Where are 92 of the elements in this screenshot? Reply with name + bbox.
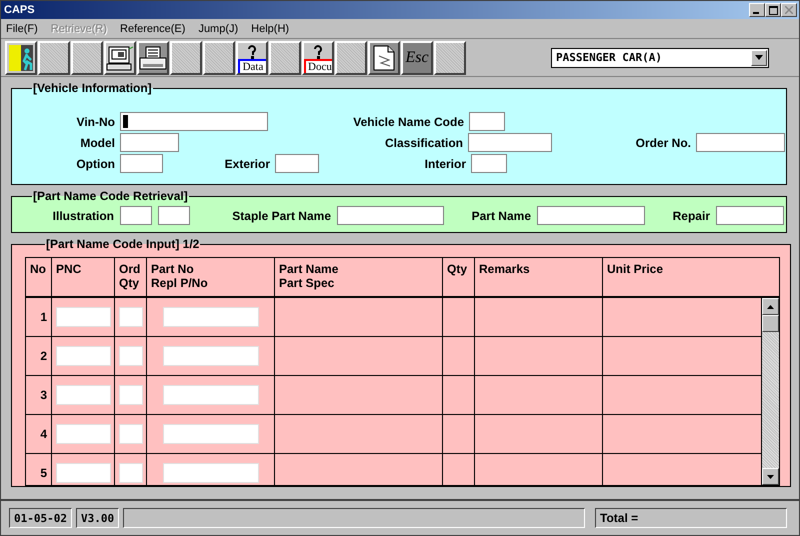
part-number-field[interactable]: [162, 385, 258, 405]
menu-item[interactable]: File(F): [6, 22, 38, 34]
pnc-field[interactable]: [56, 346, 110, 366]
panel-title: [Vehicle Information]: [32, 81, 153, 95]
input-field[interactable]: [120, 133, 179, 152]
field-label: Order No.: [634, 136, 691, 150]
input-field[interactable]: [337, 206, 444, 225]
status-version: V3.00: [76, 508, 120, 528]
input-field[interactable]: [275, 154, 319, 173]
quantity-field[interactable]: [118, 346, 142, 366]
printer-icon: [138, 44, 168, 70]
input-field[interactable]: [120, 206, 152, 225]
quantity-field[interactable]: [118, 307, 142, 327]
document-button[interactable]: [368, 40, 400, 74]
toolbar-button[interactable]: [170, 40, 202, 74]
column-header: No: [26, 258, 52, 296]
toolbar-button[interactable]: [269, 40, 301, 74]
close-icon: [785, 6, 793, 14]
field-label: Illustration: [52, 208, 114, 222]
help-button[interactable]: Docu: [302, 40, 334, 74]
input-field[interactable]: [469, 112, 505, 131]
row-number: 5: [26, 454, 52, 485]
status-date: 01-05-02: [9, 508, 72, 528]
quantity-field[interactable]: [118, 424, 142, 444]
input-field[interactable]: [120, 154, 163, 173]
column-header: Qty: [443, 258, 475, 296]
input-field[interactable]: [471, 154, 507, 173]
pnc-field[interactable]: [56, 463, 110, 483]
menu-item[interactable]: Help(H): [251, 22, 290, 34]
column-header: Ord Qty: [115, 258, 147, 296]
part-number-field[interactable]: [162, 346, 258, 366]
close-button[interactable]: [781, 3, 797, 17]
maximize-button[interactable]: [765, 3, 781, 17]
window-title: CAPS: [4, 4, 35, 16]
minimize-button[interactable]: [749, 3, 765, 17]
field-label: Vin-No: [76, 114, 115, 128]
menu-item[interactable]: Jump(J): [198, 22, 238, 34]
input-field[interactable]: [696, 133, 785, 152]
help-button[interactable]: Data: [236, 40, 268, 74]
row-number: 1: [26, 298, 52, 336]
input-field[interactable]: [716, 206, 784, 225]
pnc-field[interactable]: [56, 424, 110, 444]
toolbar-button[interactable]: [38, 40, 70, 74]
escape-button[interactable]: Esc: [401, 40, 433, 74]
door-exit-icon: [7, 42, 35, 72]
field-label: Interior: [424, 156, 466, 170]
column-header: PNC: [52, 258, 115, 296]
quantity-field[interactable]: [118, 385, 142, 405]
quantity-field[interactable]: [118, 463, 142, 483]
field-label: Part Name: [470, 208, 531, 222]
computer-icon: [106, 44, 134, 70]
field-label: Option: [75, 156, 115, 170]
computer-button[interactable]: [104, 40, 136, 74]
input-field[interactable]: [537, 206, 645, 225]
question-icon: [313, 44, 323, 58]
maximize-icon: [768, 6, 778, 14]
column-header: Remarks: [475, 258, 603, 296]
scroll-thumb[interactable]: [762, 315, 779, 332]
pnc-field[interactable]: [56, 307, 110, 327]
column-header: Unit Price: [606, 261, 664, 278]
field-label: Classification: [384, 136, 463, 150]
field-label: Repair: [672, 208, 710, 222]
toolbar-button[interactable]: [335, 40, 367, 74]
pnc-field[interactable]: [56, 385, 110, 405]
input-field[interactable]: [158, 206, 190, 225]
field-label: Model: [79, 136, 115, 150]
input-field[interactable]: [468, 133, 552, 152]
toolbar-button[interactable]: [203, 40, 235, 74]
exit-button[interactable]: [5, 40, 37, 74]
question-icon: [247, 44, 257, 58]
row-number: 4: [26, 415, 52, 453]
toolbar-button[interactable]: [71, 40, 103, 74]
panel-title: [Part Name Code Input] 1/2: [45, 237, 200, 251]
printer-button[interactable]: [137, 40, 169, 74]
status-total: Total =: [595, 508, 787, 528]
vehicle-type-dropdown[interactable]: PASSENGER CAR(A): [551, 48, 769, 68]
row-number: 2: [26, 337, 52, 375]
panel-title: [Part Name Code Retrieval]: [32, 189, 189, 203]
field-label: Staple Part Name: [231, 208, 331, 222]
input-field[interactable]: [120, 112, 268, 131]
part-number-field[interactable]: [162, 463, 258, 483]
part-number-field[interactable]: [162, 307, 258, 327]
menu-item[interactable]: Reference(E): [120, 22, 186, 34]
column-header: Part No Repl P/No: [147, 258, 275, 296]
field-label: Vehicle Name Code: [352, 114, 464, 128]
document-icon: [371, 44, 397, 72]
field-label: Exterior: [224, 156, 270, 170]
toolbar-button[interactable]: [434, 40, 466, 74]
row-number: 3: [26, 376, 52, 414]
vertical-scrollbar[interactable]: [761, 298, 779, 485]
part-number-field[interactable]: [162, 424, 258, 444]
column-header: Part Name Part Spec: [275, 258, 443, 296]
